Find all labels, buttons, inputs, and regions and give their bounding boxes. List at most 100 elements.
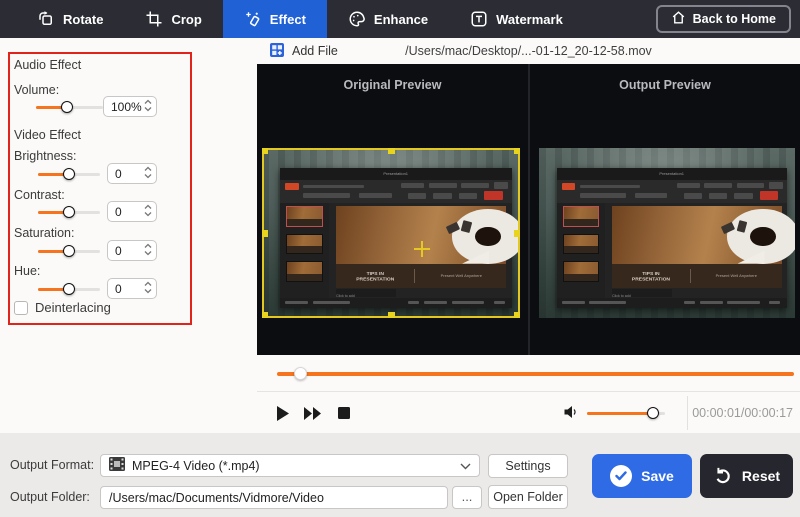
palette-icon <box>348 10 366 28</box>
tab-label: Crop <box>171 12 201 27</box>
add-file-button[interactable]: Add File <box>269 42 338 61</box>
settings-label: Settings <box>505 459 550 473</box>
ellipsis-label: ... <box>462 489 473 504</box>
output-section: Output Format: MPEG-4 Video (*.mp4) Sett… <box>0 433 800 517</box>
output-preview-title: Output Preview <box>530 78 800 92</box>
stepper-arrows-icon[interactable] <box>144 280 152 298</box>
slide-title: TIPS IN PRESENTATION <box>351 270 400 281</box>
playback-volume-slider[interactable] <box>587 406 665 420</box>
recorded-presentation-window: Presentation1 <box>280 168 512 307</box>
slider-thumb[interactable] <box>647 407 659 419</box>
output-format-value: MPEG-4 Video (*.mp4) <box>132 459 453 473</box>
playback-controls: 00:00:01/00:00:17 <box>257 393 800 433</box>
volume-value-stepper[interactable]: 100% <box>103 96 157 117</box>
save-label: Save <box>641 468 674 484</box>
reset-undo-icon <box>713 465 733 488</box>
recorded-presentation-window: Presentation1 <box>557 168 787 307</box>
slider-thumb[interactable] <box>63 283 75 295</box>
seek-bar[interactable] <box>277 372 794 376</box>
output-format-select[interactable]: MPEG-4 Video (*.mp4) <box>100 454 480 477</box>
ppt-ribbon <box>557 180 787 204</box>
seek-bar-row <box>257 355 800 392</box>
deinterlacing-checkbox[interactable] <box>14 301 28 315</box>
tab-effect[interactable]: Effect <box>223 0 327 38</box>
hue-slider[interactable] <box>38 282 100 296</box>
ppt-slide-thumbnails <box>557 203 605 298</box>
open-folder-button[interactable]: Open Folder <box>488 485 568 509</box>
add-file-icon <box>269 42 285 61</box>
fast-forward-button[interactable] <box>301 402 323 424</box>
ppt-status-bar <box>280 298 512 308</box>
output-folder-field[interactable]: /Users/mac/Documents/Vidmore/Video <box>100 486 448 509</box>
output-preview-panel: Output Preview Presentation1 <box>530 64 800 355</box>
brightness-slider[interactable] <box>38 167 100 181</box>
saturation-label: Saturation: <box>14 226 74 240</box>
play-button[interactable] <box>271 402 293 424</box>
mpeg-file-icon <box>109 457 125 474</box>
brightness-value: 0 <box>115 167 144 181</box>
video-effect-heading: Video Effect <box>14 128 81 142</box>
preview-area: Original Preview Presentation1 <box>257 64 800 355</box>
output-format-label: Output Format: <box>10 458 94 472</box>
deinterlacing-checkbox-row[interactable]: Deinterlacing <box>14 300 111 315</box>
add-file-label: Add File <box>292 44 338 58</box>
rotate-icon <box>37 10 55 28</box>
saturation-value-stepper[interactable]: 0 <box>107 240 157 261</box>
original-preview-title: Original Preview <box>257 78 528 92</box>
ppt-notes-bar: Click to add notes <box>612 289 672 297</box>
ppt-slide: TIPS IN PRESENTATION Present Well Anywhe… <box>336 206 507 288</box>
slider-thumb[interactable] <box>63 245 75 257</box>
slider-fill <box>587 412 653 415</box>
brightness-value-stepper[interactable]: 0 <box>107 163 157 184</box>
volume-slider[interactable] <box>36 100 103 114</box>
reset-button[interactable]: Reset <box>700 454 793 498</box>
contrast-value-stepper[interactable]: 0 <box>107 201 157 222</box>
magic-wand-icon <box>244 10 262 28</box>
contrast-label: Contrast: <box>14 188 65 202</box>
browse-folder-button[interactable]: ... <box>452 486 482 509</box>
output-folder-label: Output Folder: <box>10 490 90 504</box>
timecode: 00:00:01/00:00:17 <box>692 406 793 420</box>
stop-button[interactable] <box>333 402 355 424</box>
settings-button[interactable]: Settings <box>488 454 568 478</box>
tab-rotate[interactable]: Rotate <box>16 0 124 38</box>
tab-label: Enhance <box>374 12 428 27</box>
tab-label: Rotate <box>63 12 103 27</box>
file-bar: /Users/mac/Desktop/...-01-12_20-12-58.mo… <box>257 38 800 64</box>
slider-thumb[interactable] <box>61 101 73 113</box>
reset-label: Reset <box>742 468 780 484</box>
hue-value: 0 <box>115 282 144 296</box>
speaker-icon[interactable] <box>563 404 579 423</box>
home-icon <box>671 10 686 28</box>
saturation-slider[interactable] <box>38 244 100 258</box>
stepper-arrows-icon[interactable] <box>144 98 152 116</box>
stepper-arrows-icon[interactable] <box>144 165 152 183</box>
original-video-frame: Presentation1 <box>262 148 520 318</box>
ppt-status-bar <box>557 298 787 308</box>
slider-thumb[interactable] <box>63 168 75 180</box>
chevron-down-icon <box>460 458 471 473</box>
tab-enhance[interactable]: Enhance <box>327 0 449 38</box>
app-window: Rotate Crop Effect <box>0 0 800 517</box>
slide-text-bar: TIPS IN PRESENTATION Present Well Anywhe… <box>336 264 507 289</box>
tab-label: Effect <box>270 12 306 27</box>
ppt-slide: TIPS IN PRESENTATION Present Well Anywhe… <box>612 206 781 288</box>
audio-effect-heading: Audio Effect <box>14 58 81 72</box>
save-button[interactable]: Save <box>592 454 692 498</box>
back-to-home-button[interactable]: Back to Home <box>656 5 791 33</box>
seek-thumb[interactable] <box>294 367 307 380</box>
hue-value-stepper[interactable]: 0 <box>107 278 157 299</box>
tab-crop[interactable]: Crop <box>124 0 222 38</box>
tab-watermark[interactable]: Watermark <box>449 0 584 38</box>
ppt-ribbon <box>280 180 512 204</box>
top-toolbar: Rotate Crop Effect <box>0 0 800 38</box>
contrast-slider[interactable] <box>38 205 100 219</box>
slider-thumb[interactable] <box>63 206 75 218</box>
controls-separator <box>687 396 688 430</box>
back-to-home-label: Back to Home <box>693 12 776 26</box>
stepper-arrows-icon[interactable] <box>144 203 152 221</box>
ppt-notes-bar: Click to add notes <box>336 289 396 297</box>
saturation-value: 0 <box>115 244 144 258</box>
ppt-titlebar: Presentation1 <box>280 168 512 179</box>
stepper-arrows-icon[interactable] <box>144 242 152 260</box>
